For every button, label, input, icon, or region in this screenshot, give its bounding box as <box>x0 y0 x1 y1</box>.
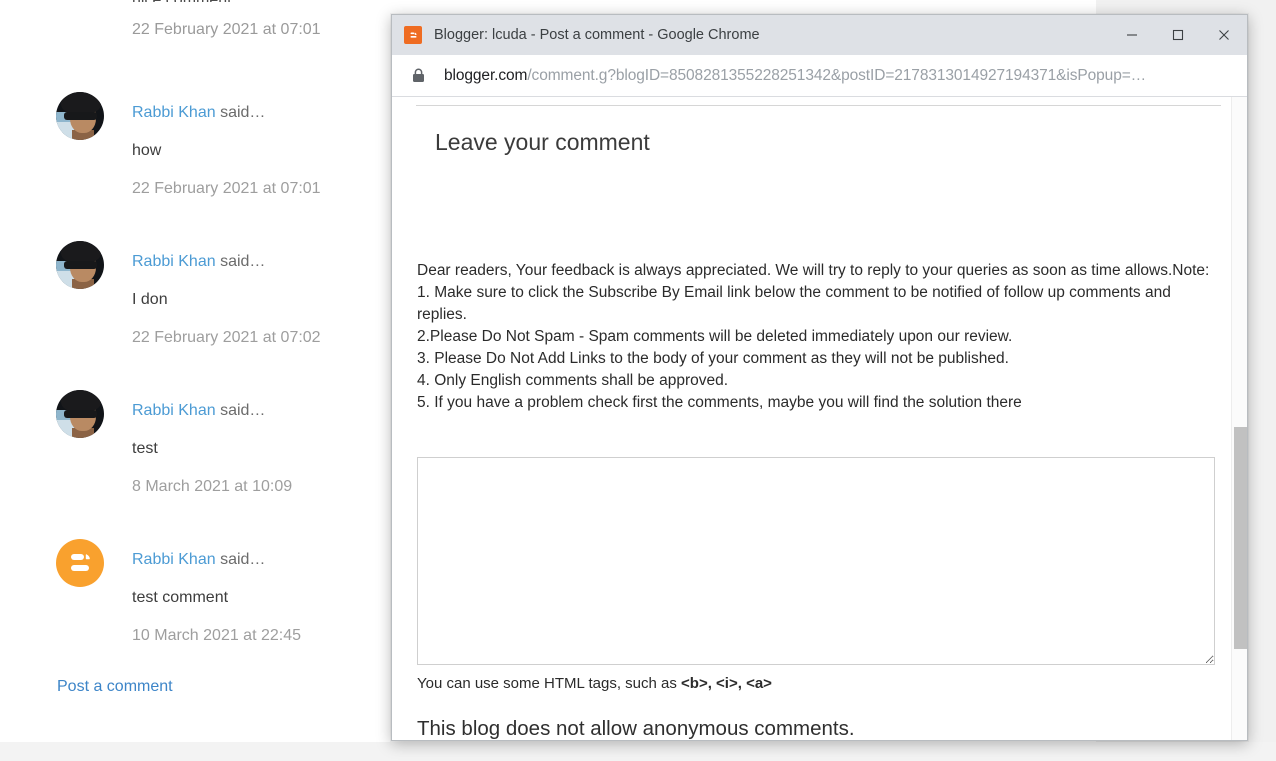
page-viewport: Leave your comment Dear readers, Your fe… <box>392 97 1247 740</box>
comment-author-line: Rabbi Khan said… <box>132 551 265 569</box>
page-title: Leave your comment <box>435 129 650 155</box>
clipped-comment-body: nice comment <box>132 0 232 2</box>
avatar <box>56 241 104 289</box>
comment-said-label: said… <box>215 402 266 419</box>
note-line: 5. If you have a problem check first the… <box>417 394 1022 411</box>
page-bottom-gutter <box>0 742 1276 761</box>
lock-icon[interactable] <box>410 68 426 84</box>
anonymous-comments-message: This blog does not allow anonymous comme… <box>417 717 855 740</box>
note-line: 1. Make sure to click the Subscribe By E… <box>417 284 1171 323</box>
comment-author-link[interactable]: Rabbi Khan <box>132 104 216 121</box>
blogger-logo-icon <box>56 539 104 587</box>
comment-author-line: Rabbi Khan said… <box>132 253 265 271</box>
minimize-icon <box>1127 34 1137 36</box>
comment-timestamp[interactable]: 22 February 2021 at 07:02 <box>132 329 321 347</box>
comment-timestamp[interactable]: 22 February 2021 at 07:01 <box>132 180 321 198</box>
url-host: blogger.com <box>444 66 528 84</box>
clipped-comment-date: 22 February 2021 at 07:01 <box>132 21 321 38</box>
comment-body: how <box>132 142 162 159</box>
comment-timestamp[interactable]: 8 March 2021 at 10:09 <box>132 478 292 496</box>
avatar <box>56 92 104 140</box>
comment-author-line: Rabbi Khan said… <box>132 104 265 122</box>
comment-said-label: said… <box>215 253 266 270</box>
minimize-button[interactable] <box>1109 15 1155 55</box>
note-line: Dear readers, Your feedback is always ap… <box>417 262 1210 279</box>
post-a-comment-link[interactable]: Post a comment <box>57 678 173 696</box>
close-button[interactable] <box>1201 15 1247 55</box>
maximize-button[interactable] <box>1155 15 1201 55</box>
blogger-favicon-icon <box>404 26 422 44</box>
note-text: Dear readers, Your feedback is always ap… <box>417 260 1217 414</box>
comment-body: test <box>132 440 158 457</box>
content-divider <box>416 105 1221 106</box>
url-bar[interactable]: blogger.com/comment.g?blogID=85082813552… <box>444 67 1146 85</box>
comment-body: test comment <box>132 589 229 606</box>
html-tags-hint: You can use some HTML tags, such as <b>,… <box>417 675 772 692</box>
comment-said-label: said… <box>215 551 266 568</box>
comment-said-label: said… <box>215 104 266 121</box>
scrollbar-thumb[interactable] <box>1234 427 1247 649</box>
comment-author-link[interactable]: Rabbi Khan <box>132 253 216 270</box>
window-controls <box>1109 15 1247 55</box>
close-icon <box>1219 30 1229 40</box>
note-line: 2.Please Do Not Spam - Spam comments wil… <box>417 328 1013 345</box>
html-hint-prefix: You can use some HTML tags, such as <box>417 675 682 692</box>
maximize-icon <box>1172 29 1184 41</box>
avatar <box>56 390 104 438</box>
browser-toolbar: blogger.com/comment.g?blogID=85082813552… <box>392 55 1247 97</box>
page-scrollbar[interactable] <box>1231 97 1247 740</box>
comment-author-link[interactable]: Rabbi Khan <box>132 402 216 419</box>
comment-author-line: Rabbi Khan said… <box>132 402 265 420</box>
window-titlebar[interactable]: Blogger: lcuda - Post a comment - Google… <box>392 15 1247 55</box>
window-title: Blogger: lcuda - Post a comment - Google… <box>434 27 760 43</box>
comment-input[interactable] <box>417 457 1215 665</box>
comment-body: I don <box>132 291 168 308</box>
comment-author-link[interactable]: Rabbi Khan <box>132 551 216 568</box>
comment-timestamp[interactable]: 10 March 2021 at 22:45 <box>132 627 301 645</box>
url-path: /comment.g?blogID=8508281355228251342&po… <box>527 66 1147 84</box>
html-hint-tags: <b>, <i>, <a> <box>681 675 772 692</box>
note-line: 3. Please Do Not Add Links to the body o… <box>417 350 1009 367</box>
chrome-popup-window: Blogger: lcuda - Post a comment - Google… <box>391 14 1248 741</box>
note-line: 4. Only English comments shall be approv… <box>417 372 729 389</box>
